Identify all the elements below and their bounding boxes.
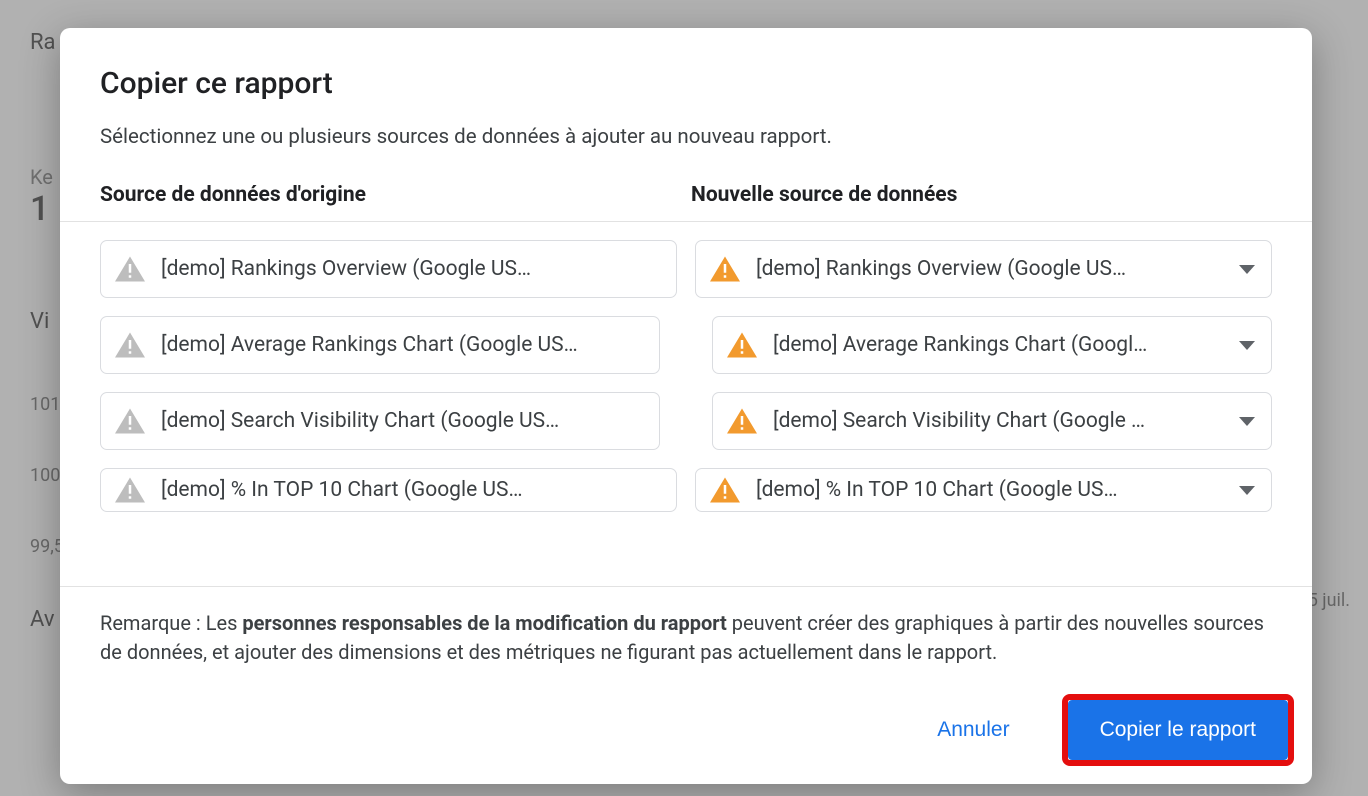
copy-report-dialog: Copier ce rapport Sélectionnez une ou pl… [60, 28, 1312, 784]
data-source-row: [demo] Average Rankings Chart (Google US… [100, 316, 1272, 374]
warning-icon [115, 256, 145, 282]
new-label: [demo] Rankings Overview (Google US… [756, 257, 1213, 281]
cancel-button[interactable]: Annuler [907, 702, 1039, 758]
warning-icon [115, 408, 145, 434]
origin-data-source: [demo] Rankings Overview (Google US… [100, 240, 677, 298]
copy-button-highlight: Copier le rapport [1062, 694, 1294, 766]
dialog-title: Copier ce rapport [100, 66, 1272, 101]
warning-icon [115, 477, 145, 503]
dialog-description: Sélectionnez une ou plusieurs sources de… [100, 125, 1272, 149]
new-label: [demo] % In TOP 10 Chart (Google US… [756, 478, 1213, 502]
bg-date-label: 5 juil. [1308, 590, 1350, 611]
data-source-rows: [demo] Rankings Overview (Google US… [de… [60, 222, 1312, 587]
dialog-header: Copier ce rapport Sélectionnez une ou pl… [60, 28, 1312, 183]
warning-icon [115, 332, 145, 358]
origin-data-source: [demo] Average Rankings Chart (Google US… [100, 316, 660, 374]
warning-icon [710, 477, 740, 503]
note-bold: personnes responsables de la modificatio… [242, 611, 726, 635]
note-prefix: Remarque : Les [100, 611, 242, 635]
column-header-origin: Source de données d'origine [100, 183, 681, 207]
chevron-down-icon [1239, 341, 1255, 350]
chevron-down-icon [1239, 265, 1255, 274]
origin-data-source: [demo] Search Visibility Chart (Google U… [100, 392, 660, 450]
warning-icon [710, 256, 740, 282]
copy-report-button[interactable]: Copier le rapport [1068, 700, 1288, 760]
new-label: [demo] Search Visibility Chart (Google … [773, 409, 1213, 433]
warning-icon [727, 408, 757, 434]
chevron-down-icon [1239, 417, 1255, 426]
data-source-row: [demo] % In TOP 10 Chart (Google US… [de… [100, 468, 1272, 512]
columns-header: Source de données d'origine Nouvelle sou… [60, 183, 1312, 222]
new-data-source-select[interactable]: [demo] Average Rankings Chart (Googl… [712, 316, 1272, 374]
new-label: [demo] Average Rankings Chart (Googl… [773, 333, 1213, 357]
origin-data-source: [demo] % In TOP 10 Chart (Google US… [100, 468, 677, 512]
dialog-note: Remarque : Les personnes responsables de… [60, 587, 1312, 676]
data-source-row: [demo] Rankings Overview (Google US… [de… [100, 240, 1272, 298]
origin-label: [demo] Search Visibility Chart (Google U… [161, 409, 643, 433]
new-data-source-select[interactable]: [demo] Rankings Overview (Google US… [695, 240, 1272, 298]
column-header-new: Nouvelle source de données [681, 183, 1272, 207]
dialog-footer: Annuler Copier le rapport [60, 676, 1312, 784]
warning-icon [727, 332, 757, 358]
new-data-source-select[interactable]: [demo] Search Visibility Chart (Google … [712, 392, 1272, 450]
chevron-down-icon [1239, 486, 1255, 495]
origin-label: [demo] % In TOP 10 Chart (Google US… [161, 478, 660, 502]
origin-label: [demo] Average Rankings Chart (Google US… [161, 333, 643, 357]
origin-label: [demo] Rankings Overview (Google US… [161, 257, 660, 281]
data-source-row: [demo] Search Visibility Chart (Google U… [100, 392, 1272, 450]
new-data-source-select[interactable]: [demo] % In TOP 10 Chart (Google US… [695, 468, 1272, 512]
